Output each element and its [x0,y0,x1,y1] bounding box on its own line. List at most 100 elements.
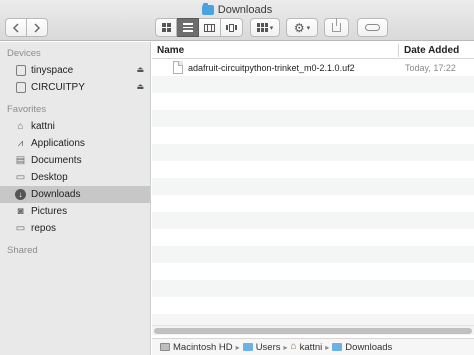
empty-row [152,110,474,127]
home-icon: ⌂ [17,120,24,132]
empty-row [152,314,474,325]
sidebar-item-kattni[interactable]: ⌂ kattni [0,118,150,135]
column-view-button[interactable] [199,18,221,37]
chevron-right-icon: ▸ [283,342,288,352]
tag-button[interactable] [357,18,388,37]
sidebar-item-label: Applications [31,138,85,149]
list-view-button[interactable] [177,18,199,37]
sidebar-item-pictures[interactable]: ◙ Pictures [0,203,150,220]
breadcrumb-label: kattni [299,341,323,353]
column-header: Name Date Added [152,42,474,59]
file-row[interactable]: adafruit-circuitpython-trinket_m0-2.1.0.… [152,59,474,76]
toolbar: Downloads ▾ ⚙ ▾ [0,0,474,41]
breadcrumb-label: Macintosh HD [173,341,233,353]
share-button[interactable] [324,18,349,37]
empty-row [152,195,474,212]
pictures-icon: ◙ [17,205,24,217]
chevron-down-icon: ▾ [269,24,274,32]
empty-row [152,263,474,280]
arrange-button[interactable]: ▾ [250,18,280,37]
folder-icon [242,343,253,351]
column-divider[interactable] [398,44,399,57]
sidebar-item-label: repos [31,223,57,234]
sidebar-item-documents[interactable]: ▤ Documents [0,152,150,169]
sidebar-item-tinyspace[interactable]: tinyspace ⏏ [0,62,150,79]
eject-icon[interactable]: ⏏ [136,82,144,91]
cover-flow-icon [225,23,238,32]
downloads-icon: ↓ [15,189,26,200]
breadcrumb-downloads[interactable]: Downloads [332,342,392,353]
icon-view-button[interactable] [155,18,177,37]
sidebar-item-label: Desktop [31,172,68,183]
eject-icon[interactable]: ⏏ [136,65,144,74]
sidebar-item-label: Documents [31,155,82,166]
scrollbar-thumb[interactable] [154,328,472,334]
disk-icon [15,82,26,93]
sidebar-item-applications[interactable]: ⩘ Applications [0,135,150,152]
breadcrumb-label: Users [255,341,281,353]
home-icon: ⌂ [290,341,297,352]
view-switcher [155,18,243,37]
sidebar-header-favorites: Favorites [7,104,47,115]
document-icon [173,61,183,74]
file-rows: adafruit-circuitpython-trinket_m0-2.1.0.… [152,59,474,325]
forward-button[interactable] [27,18,48,37]
list-view-icon [182,23,193,32]
sidebar-item-circuitpy[interactable]: CIRCUITPY ⏏ [0,79,150,96]
file-name: adafruit-circuitpython-trinket_m0-2.1.0.… [188,62,355,73]
file-date-added: Today, 17:22 [405,62,456,73]
sidebar-item-repos[interactable]: ▭ repos [0,220,150,237]
applications-icon: ⩘ [17,137,24,149]
icon-view-icon [161,23,171,32]
window-title: Downloads [0,3,474,17]
back-button[interactable] [5,18,27,37]
empty-row [152,280,474,297]
file-list: Name Date Added adafruit-circuitpython-t… [152,42,474,325]
sidebar-header-shared: Shared [7,245,38,256]
empty-row [152,127,474,144]
chevron-left-icon [12,22,19,33]
sidebar-header-devices: Devices [7,48,41,59]
sidebar: Devices tinyspace ⏏ CIRCUITPY ⏏ Favorite… [0,42,151,355]
folder-icon: ▭ [15,222,26,234]
empty-row [152,76,474,93]
breadcrumb-label: Downloads [345,341,393,353]
chevron-down-icon: ▾ [306,24,311,32]
horizontal-scrollbar[interactable] [152,325,474,335]
breadcrumb-macintosh-hd[interactable]: Macintosh HD [160,342,233,353]
empty-row [152,297,474,314]
sidebar-item-label: tinyspace [31,65,74,76]
sidebar-item-label: kattni [31,121,55,132]
share-icon [332,18,341,32]
sidebar-item-downloads[interactable]: ↓ Downloads [0,186,150,203]
downloads-folder-icon [332,343,343,351]
column-view-icon [204,23,215,32]
column-header-name[interactable]: Name [157,45,184,56]
empty-row [152,161,474,178]
breadcrumb-kattni[interactable]: ⌂ kattni [291,342,323,353]
empty-row [152,229,474,246]
chevron-right-icon [34,22,41,33]
column-header-date-added[interactable]: Date Added [404,45,459,56]
sidebar-item-desktop[interactable]: ▭ Desktop [0,169,150,186]
disk-icon [15,65,26,76]
sidebar-item-label: Downloads [31,189,81,200]
empty-row [152,144,474,161]
desktop-icon: ▭ [15,171,26,183]
empty-row [152,93,474,110]
empty-row [152,212,474,229]
empty-row [152,246,474,263]
chevron-right-icon: ▸ [325,342,330,352]
gear-icon: ⚙ [293,20,305,35]
tag-icon [365,24,380,31]
breadcrumb-users[interactable]: Users [242,341,281,353]
chevron-right-icon: ▸ [235,342,240,352]
sidebar-item-label: CIRCUITPY [31,82,85,93]
arrange-icon [256,23,268,32]
empty-row [152,178,474,195]
window-title-text: Downloads [217,4,273,16]
cover-flow-view-button[interactable] [221,18,243,37]
path-bar: Macintosh HD ▸ Users ▸ ⌂ kattni ▸ Downlo… [152,338,474,355]
folder-icon [201,3,214,15]
action-button[interactable]: ⚙ ▾ [286,18,318,37]
